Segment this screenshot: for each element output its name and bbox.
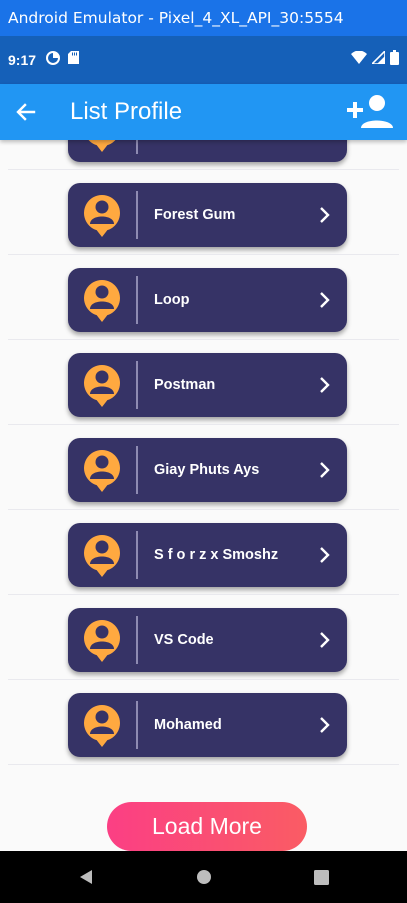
back-button[interactable] xyxy=(0,84,52,140)
list-item: Giay Phuts Ays xyxy=(0,425,407,510)
profile-name: Postman xyxy=(154,377,216,393)
list-item: Loop xyxy=(0,255,407,340)
profile-card[interactable]: Giay Phuts Ays xyxy=(68,438,347,502)
open-profile-button[interactable] xyxy=(303,631,347,649)
avatar xyxy=(68,438,136,502)
status-right-icons xyxy=(351,49,399,70)
profile-name: Forest Gum xyxy=(154,207,236,223)
profile-card[interactable]: Victoria xyxy=(68,140,347,162)
status-time: 9:17 xyxy=(8,52,37,68)
profile-card[interactable]: Forest Gum xyxy=(68,183,347,247)
profile-avatar-icon xyxy=(83,450,120,492)
avatar xyxy=(68,183,136,247)
profile-card[interactable]: Mohamed xyxy=(68,693,347,757)
avatar xyxy=(68,523,136,587)
profile-avatar-icon xyxy=(83,280,120,322)
app-bar: List Profile xyxy=(0,84,407,140)
profile-name: Mohamed xyxy=(154,717,222,733)
person-add-icon xyxy=(347,95,393,128)
load-more-button[interactable]: Load More xyxy=(107,802,307,851)
chevron-right-icon xyxy=(320,632,330,648)
open-profile-button[interactable] xyxy=(303,291,347,309)
open-profile-button[interactable] xyxy=(303,206,347,224)
profile-card[interactable]: VS Code xyxy=(68,608,347,672)
profile-name: S f o r z x Smoshz xyxy=(154,547,279,563)
card-divider xyxy=(136,531,138,579)
chevron-right-icon xyxy=(320,547,330,563)
profile-avatar-icon xyxy=(83,535,120,577)
open-profile-button[interactable] xyxy=(303,461,347,479)
nav-recents-button[interactable] xyxy=(263,851,381,903)
open-profile-button[interactable] xyxy=(303,546,347,564)
open-profile-button[interactable] xyxy=(303,716,347,734)
profile-name: VS Code xyxy=(154,632,214,648)
avatar xyxy=(68,693,136,757)
avatar xyxy=(68,353,136,417)
profile-card[interactable]: Loop xyxy=(68,268,347,332)
profile-avatar-icon xyxy=(83,620,120,662)
profile-avatar-icon xyxy=(83,195,120,237)
wifi-icon xyxy=(351,50,367,69)
avatar xyxy=(68,608,136,672)
list-item: Mohamed xyxy=(0,680,407,765)
nav-back-button[interactable] xyxy=(27,851,145,903)
sd-card-icon xyxy=(68,51,80,69)
chevron-right-icon xyxy=(320,292,330,308)
card-divider xyxy=(136,140,138,154)
chevron-right-icon xyxy=(320,207,330,223)
battery-icon xyxy=(390,50,399,70)
profile-card[interactable]: S f o r z x Smoshz xyxy=(68,523,347,587)
profile-list-content: Victoria Forest Gum Loop Postman Giay Phuts … xyxy=(0,140,407,765)
card-divider xyxy=(136,361,138,409)
back-triangle-icon xyxy=(79,870,92,884)
profile-avatar-icon xyxy=(83,705,120,747)
avatar xyxy=(68,268,136,332)
system-nav-bar xyxy=(0,851,407,903)
home-circle-icon xyxy=(196,870,211,884)
avatar xyxy=(68,140,136,162)
profile-list[interactable]: Victoria Forest Gum Loop Postman Giay Phuts … xyxy=(0,140,407,851)
chevron-right-icon xyxy=(320,377,330,393)
profile-card[interactable]: Postman xyxy=(68,353,347,417)
card-divider xyxy=(136,276,138,324)
recents-square-icon xyxy=(314,869,329,885)
page-title: List Profile xyxy=(70,98,183,125)
profile-avatar-icon xyxy=(88,140,116,152)
data-saver-icon xyxy=(46,50,61,70)
card-divider xyxy=(136,191,138,239)
card-divider xyxy=(136,616,138,664)
list-item: Victoria xyxy=(0,140,407,170)
emulator-window-title: Android Emulator - Pixel_4_XL_API_30:555… xyxy=(0,0,407,36)
profile-name: Loop xyxy=(154,292,190,308)
open-profile-button[interactable] xyxy=(303,376,347,394)
status-bar: 9:17 xyxy=(0,36,407,84)
nav-home-button[interactable] xyxy=(145,851,263,903)
chevron-right-icon xyxy=(320,462,330,478)
list-item: S f o r z x Smoshz xyxy=(0,510,407,595)
list-item: Forest Gum xyxy=(0,170,407,255)
list-item: Postman xyxy=(0,340,407,425)
profile-name: Giay Phuts Ays xyxy=(154,462,260,478)
signal-icon xyxy=(370,49,386,69)
list-item: VS Code xyxy=(0,595,407,680)
chevron-right-icon xyxy=(320,717,330,733)
card-divider xyxy=(136,446,138,494)
profile-avatar-icon xyxy=(83,365,120,407)
row-divider xyxy=(8,764,399,765)
add-user-button[interactable] xyxy=(341,84,401,140)
arrow-left-icon xyxy=(16,103,36,121)
card-divider xyxy=(136,701,138,749)
